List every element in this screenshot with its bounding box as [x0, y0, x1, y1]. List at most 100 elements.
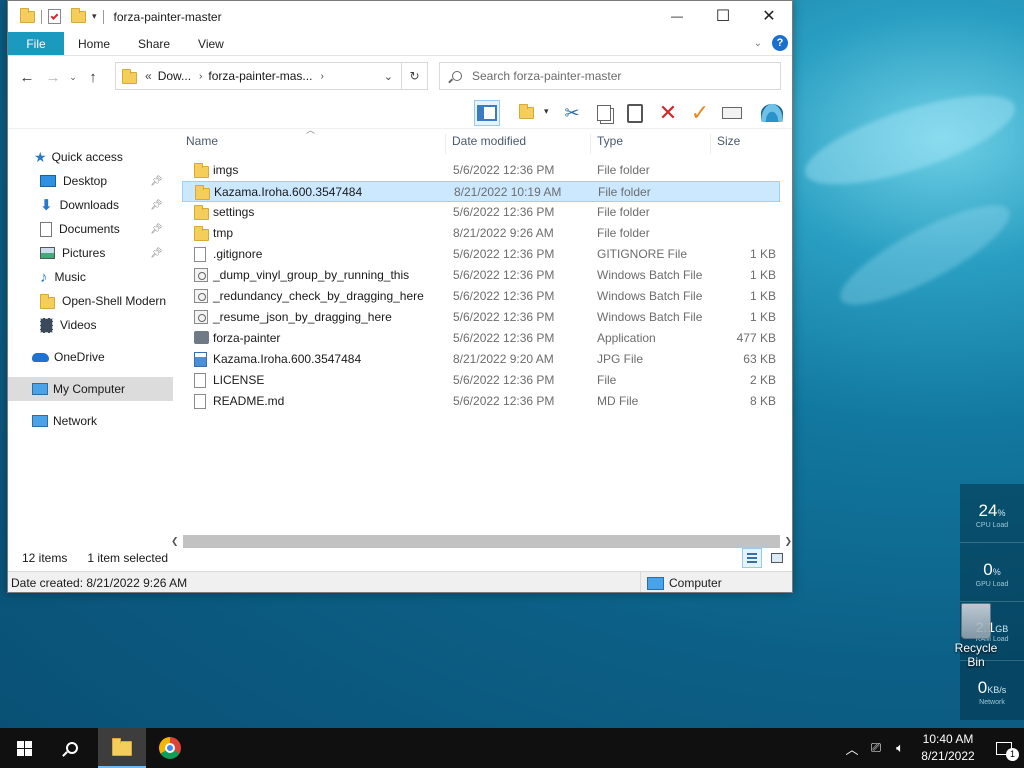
breadcrumb-chevron-icon[interactable]: › [320, 71, 323, 82]
new-folder-icon[interactable] [71, 7, 86, 23]
network-meter: 0KB/s Network [960, 661, 1024, 720]
clock-date: 8/21/2022 [921, 749, 975, 763]
address-bar[interactable]: « Dow... › forza-painter-mas... › ⌄ [115, 62, 402, 90]
nav-item-downloads[interactable]: ⬇ Downloads 📌︎ [8, 193, 173, 217]
recent-locations-chevron-icon[interactable]: ⌄ [66, 72, 80, 83]
nav-item-pictures[interactable]: Pictures 📌︎ [8, 241, 173, 265]
taskbar-chrome[interactable] [146, 728, 194, 768]
delete-button[interactable]: ✕ [655, 100, 681, 126]
back-button[interactable]: ← [14, 69, 40, 86]
file-row[interactable]: .gitignore 5/6/2022 12:36 PM GITIGNORE Fil… [182, 244, 780, 265]
close-button[interactable]: ✕ [746, 1, 792, 31]
file-size: 1 KB [749, 268, 776, 282]
breadcrumb-downloads[interactable]: Dow... [158, 69, 191, 83]
nav-item-documents[interactable]: Documents 📌︎ [8, 217, 173, 241]
customize-qat-chevron-icon[interactable]: ▾ [92, 11, 97, 22]
gpu-load-meter: 0% GPU Load [960, 543, 1024, 602]
nav-item-desktop[interactable]: Desktop 📌︎ [8, 169, 173, 193]
nav-item-quick-access[interactable]: ★ Quick access [8, 145, 173, 169]
start-button[interactable] [0, 728, 48, 768]
nav-item-videos[interactable]: Videos [8, 313, 173, 337]
clock[interactable]: 10:40 AM 8/21/2022 [912, 731, 984, 765]
search-placeholder: Search forza-painter-master [472, 69, 622, 83]
cpu-load-meter: 24% CPU Load [960, 484, 1024, 543]
star-icon: ★ [34, 148, 47, 165]
file-row[interactable]: imgs 5/6/2022 12:36 PM File folder [182, 160, 780, 181]
file-name: Kazama.Iroha.600.3547484 [213, 352, 362, 366]
file-row[interactable]: forza-painter 5/6/2022 12:36 PM Applicatio… [182, 328, 780, 349]
search-button[interactable] [48, 728, 96, 768]
file-row[interactable]: settings 5/6/2022 12:36 PM File folder [182, 202, 780, 223]
file-size: 63 KB [743, 352, 776, 366]
large-icons-view-button[interactable] [766, 548, 786, 568]
minimize-button[interactable]: — [654, 1, 700, 31]
nav-item-open-shell-modern[interactable]: Open-Shell Modern [8, 289, 173, 313]
item-count: 12 items [22, 551, 68, 565]
show-hidden-icons-chevron-icon[interactable]: ︿ [840, 739, 864, 758]
file-size: 477 KB [736, 331, 776, 345]
recycle-bin-icon [961, 603, 991, 639]
breadcrumb-current-folder[interactable]: forza-painter-mas... [208, 69, 312, 83]
forward-button[interactable]: → [40, 69, 66, 86]
tab-share[interactable]: Share [124, 32, 184, 55]
breadcrumb-overflow[interactable]: « [145, 69, 152, 83]
title-bar[interactable]: ▾ forza-painter-master — ☐ ✕ [8, 1, 792, 32]
cut-button[interactable]: ✂ [559, 100, 585, 126]
properties-button[interactable] [513, 100, 539, 126]
rename-button[interactable] [719, 100, 745, 126]
column-header-name[interactable]: Name [182, 134, 446, 154]
paste-button[interactable] [622, 100, 648, 126]
meter-unit: % [992, 567, 1001, 577]
nav-item-onedrive[interactable]: OneDrive [8, 345, 173, 369]
tab-home[interactable]: Home [64, 32, 124, 55]
properties-icon[interactable] [48, 9, 61, 24]
file-row[interactable]: _redundancy_check_by_dragging_here 5/6/20… [182, 286, 780, 307]
file-row[interactable]: _resume_json_by_dragging_here 5/6/2022 12… [182, 307, 780, 328]
network-tray-icon[interactable]: ⎚ [864, 740, 888, 756]
file-date-modified: 5/6/2022 12:36 PM [453, 205, 555, 219]
pin-icon[interactable]: 📌︎ [150, 176, 163, 187]
recycle-bin-label: Recycle Bin [954, 641, 998, 669]
view-toggle [742, 548, 786, 568]
help-icon[interactable]: ? [772, 35, 788, 51]
pin-icon[interactable]: 📌︎ [150, 200, 163, 211]
nav-item-music[interactable]: ♪ Music [8, 265, 173, 289]
file-row[interactable]: LICENSE 5/6/2022 12:36 PM File 2 KB [182, 370, 780, 391]
file-name: _redundancy_check_by_dragging_here [213, 289, 424, 303]
up-button[interactable]: ↑ [80, 69, 106, 86]
large-icons-view-icon [771, 553, 783, 563]
nav-item-label: Quick access [51, 150, 123, 164]
select-button[interactable]: ✓ [687, 100, 713, 126]
column-header-date-modified[interactable]: Date modified [448, 134, 591, 154]
folder-icon [40, 293, 55, 309]
folder-icon [194, 205, 209, 220]
recycle-bin-shortcut[interactable]: Recycle Bin [945, 603, 1007, 669]
nav-item-my-computer[interactable]: My Computer [8, 377, 173, 401]
file-row[interactable]: Kazama.Iroha.600.3547484 8/21/2022 9:20 A… [182, 349, 780, 370]
details-view-button[interactable] [742, 548, 762, 568]
volume-icon[interactable]: 🔈︎ [888, 740, 912, 756]
file-row[interactable]: README.md 5/6/2022 12:36 PM MD File 8 KB [182, 391, 780, 412]
file-row[interactable]: tmp 8/21/2022 9:26 AM File folder [182, 223, 780, 244]
nav-item-network[interactable]: Network [8, 409, 173, 433]
taskbar-file-explorer[interactable] [98, 728, 146, 768]
properties-dropdown-chevron-icon[interactable]: ▾ [544, 106, 549, 117]
column-header-size[interactable]: Size [713, 134, 785, 154]
tab-view[interactable]: View [184, 32, 238, 55]
file-row[interactable]: _dump_vinyl_group_by_running_this 5/6/202… [182, 265, 780, 286]
file-row[interactable]: Kazama.Iroha.600.3547484 8/21/2022 10:19 … [182, 181, 780, 202]
tab-file[interactable]: File [8, 32, 64, 55]
open-shell-button[interactable] [759, 100, 785, 126]
maximize-button[interactable]: ☐ [700, 1, 746, 31]
breadcrumb-chevron-icon[interactable]: › [199, 71, 202, 82]
pin-icon[interactable]: 📌︎ [150, 248, 163, 259]
search-box[interactable]: Search forza-painter-master [439, 62, 781, 90]
address-dropdown-chevron-icon[interactable]: ⌄ [384, 70, 393, 83]
pin-icon[interactable]: 📌︎ [150, 224, 163, 235]
action-center-button[interactable]: 1 [984, 728, 1024, 768]
copy-button[interactable] [591, 100, 617, 126]
column-header-type[interactable]: Type [593, 134, 711, 154]
preview-pane-button[interactable] [474, 100, 500, 126]
refresh-button[interactable]: ↻ [402, 62, 428, 90]
expand-ribbon-chevron-icon[interactable]: ⌄ [754, 38, 762, 49]
